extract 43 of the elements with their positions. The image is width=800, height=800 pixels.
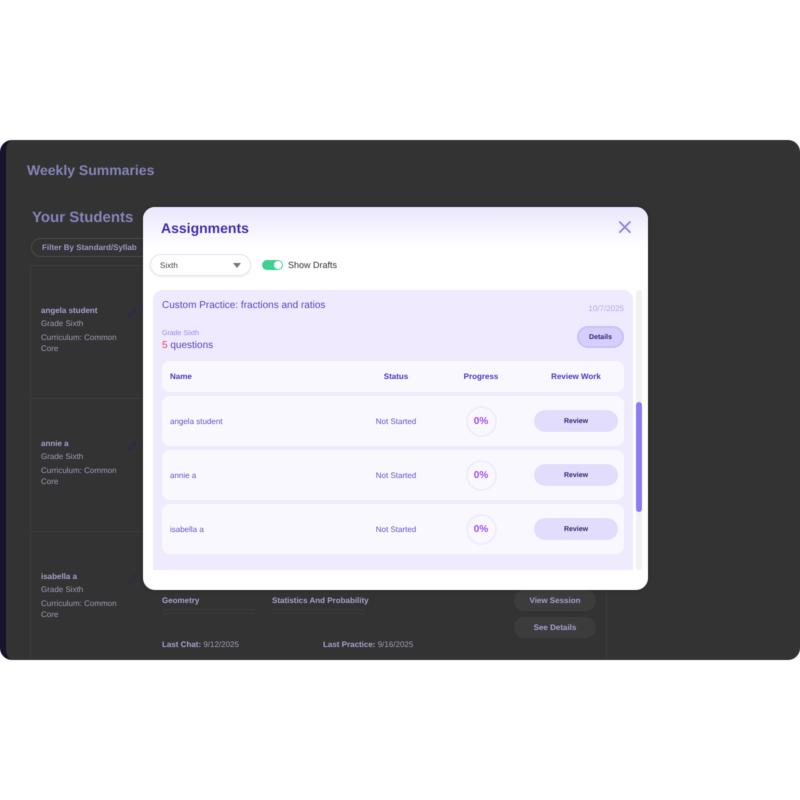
name-cell-text: angela student — [170, 416, 224, 426]
status-cell-text: Not Started — [374, 524, 418, 534]
student-curriculum: Curriculum: Common Core — [41, 465, 118, 488]
student-curriculum: Curriculum: Common Core — [41, 332, 118, 355]
progress-ring: 0% — [466, 460, 496, 490]
last-chat-text: Last Chat: 9/12/2025 — [162, 640, 239, 649]
action-button[interactable]: See Details — [514, 617, 596, 638]
progress-ring: 0% — [466, 514, 496, 544]
student-grade: Grade Sixth — [41, 451, 84, 462]
toggle-label: Show Drafts — [288, 260, 338, 270]
student-curriculum: Curriculum: Common Core — [41, 598, 118, 621]
subject-label: Geometry — [162, 596, 200, 605]
section-title: Your Students — [32, 209, 134, 226]
edit-icon[interactable] — [126, 308, 137, 319]
column-header: Progress — [462, 372, 500, 381]
student-name: angela student — [41, 306, 98, 315]
page-title: Weekly Summaries — [27, 162, 154, 178]
name-cell-text: annie a — [170, 470, 198, 480]
name-cell-text: isabella a — [170, 524, 205, 534]
close-button[interactable]: × — [616, 217, 634, 239]
subject-label: Statistics And Probability — [272, 596, 369, 605]
caret-icon — [233, 262, 241, 268]
student-name: isabella a — [41, 572, 78, 581]
action-button[interactable]: View Session — [514, 590, 596, 611]
status-cell-text: Not Started — [374, 416, 418, 426]
status-cell-text: Not Started — [374, 470, 418, 480]
question-count: 5 questions — [162, 340, 214, 351]
student-name: annie a — [41, 439, 69, 448]
grade-dropdown[interactable]: Sixth — [150, 254, 251, 276]
student-grade: Grade Sixth — [41, 584, 84, 596]
column-header: Name — [170, 372, 193, 381]
progress-ring: 0% — [466, 406, 496, 436]
edit-icon[interactable] — [126, 441, 137, 452]
student-grade: Grade Sixth — [41, 318, 84, 330]
edit-icon[interactable] — [126, 574, 137, 585]
scrollbar[interactable] — [636, 290, 642, 570]
dialog-title: Assignments — [161, 220, 249, 236]
assignment-title: Custom Practice: fractions and ratios — [162, 300, 326, 311]
drafts-toggle[interactable] — [262, 260, 283, 270]
assignment-date: 10/7/2025 — [588, 304, 624, 313]
column-header: Review Work — [550, 372, 602, 381]
column-header: Status — [382, 372, 410, 381]
last-practice-text: Last Practice: 9/16/2025 — [323, 640, 414, 649]
